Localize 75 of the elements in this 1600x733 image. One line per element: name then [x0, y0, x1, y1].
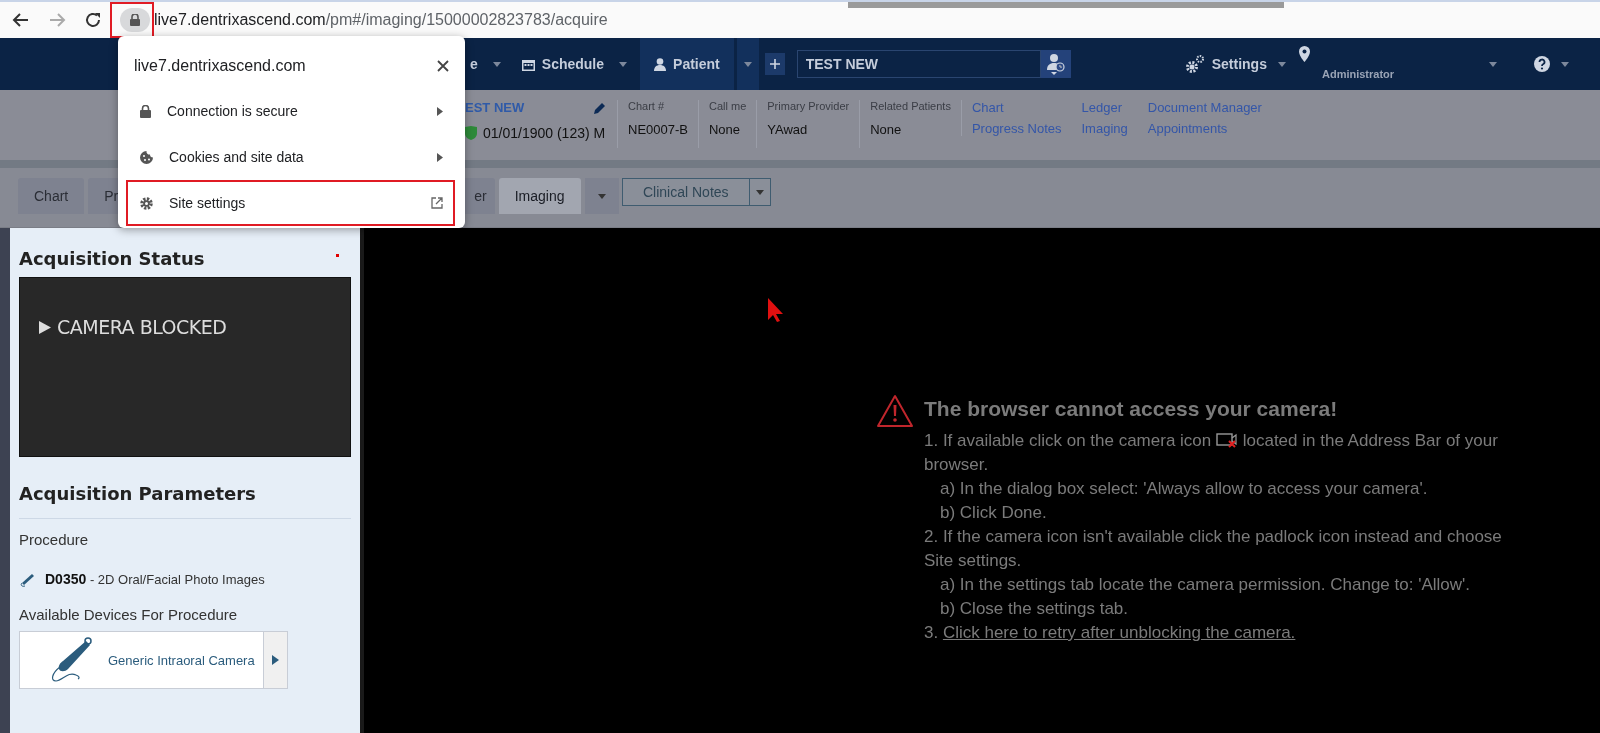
warning-icon [876, 394, 914, 428]
caret-icon[interactable] [618, 60, 629, 68]
help-icon[interactable] [1534, 56, 1551, 72]
caret-icon [754, 188, 765, 196]
caret-icon[interactable] [491, 60, 502, 68]
message-title: The browser cannot access your camera! [924, 397, 1339, 421]
address-bar-url[interactable]: live7.dentrixascend.com/pm#/imaging/15000002823783/acquire [154, 11, 608, 29]
instruction-text: 1. If available click on the camera icon located in the Address Bar of your browser. [924, 430, 1499, 476]
sidebar-handle[interactable] [0, 228, 10, 733]
nav-menu-item[interactable]: Schedule [513, 38, 613, 90]
clinical-notes-dropdown[interactable] [749, 178, 771, 206]
field-label: Procedure [19, 531, 90, 548]
cookie-icon [140, 150, 153, 164]
location-label[interactable]: Administrator [1321, 68, 1395, 80]
procedure-text: D0350 - 2D Oral/Facial Photo Images [45, 571, 265, 587]
lock-button[interactable] [120, 8, 150, 32]
field-value: None [709, 122, 742, 137]
camera-blocked-icon [1216, 432, 1238, 448]
external-link-icon [431, 197, 443, 209]
tab[interactable]: Imaging [498, 178, 581, 214]
patient-search-field[interactable]: TEST NEW [796, 50, 1041, 78]
section-title: Acquisition Parameters [19, 483, 257, 504]
arrow-right-icon [437, 106, 443, 116]
map-pin-icon[interactable] [1298, 46, 1310, 62]
field-label: Available Devices For Procedure [19, 606, 239, 623]
arrow-right-icon [437, 152, 443, 162]
device-menu-button[interactable] [264, 631, 288, 689]
field-value: NE0007-B [628, 122, 688, 137]
settings-menu[interactable]: Settings [1180, 38, 1271, 90]
reload-icon[interactable] [84, 11, 102, 29]
play-icon [39, 320, 51, 334]
arrow-right-icon [272, 655, 279, 665]
scrollbar[interactable] [848, 2, 1284, 8]
popup-menu-item[interactable]: Site settings [126, 180, 455, 226]
back-icon[interactable] [12, 11, 30, 29]
instruction-text: 2. If the camera icon isn't available click the padlock icon instead and choose Site settings. [924, 526, 1503, 572]
caret-icon[interactable] [742, 60, 753, 68]
person-clock-icon[interactable] [1045, 53, 1066, 75]
field-value: None [870, 122, 903, 137]
patient-birthdate: 01/01/1900 (123) M [483, 125, 606, 141]
caret-icon [596, 192, 607, 200]
tab[interactable]: Chart [18, 178, 85, 214]
close-icon[interactable] [437, 60, 449, 72]
gear-icon [140, 196, 153, 210]
step-number: 3. [924, 623, 940, 642]
lock-icon [130, 14, 140, 26]
pencil-icon[interactable] [593, 100, 607, 115]
plus-icon[interactable] [769, 59, 780, 69]
nav-menu-item[interactable]: Patient [640, 38, 734, 90]
caret-icon[interactable] [1560, 60, 1571, 68]
caret-icon[interactable] [1276, 60, 1287, 68]
lock-icon [140, 104, 151, 118]
calendar-icon [521, 57, 535, 71]
popup-menu-item[interactable]: Connection is secure [126, 88, 455, 134]
cursor-icon [768, 298, 784, 322]
field-label: Chart # [628, 100, 666, 112]
popup-menu-item[interactable]: Cookies and site data [126, 134, 455, 180]
instruction-text: b) Click Done. [939, 502, 1048, 524]
nav-menu-item[interactable]: e [462, 38, 486, 90]
person-icon [654, 57, 667, 71]
camera-status: CAMERA BLOCKED [57, 316, 227, 338]
section-title: Acquisition Status [19, 248, 205, 269]
instruction-text: a) In the dialog box select: 'Always allow to access your camera'. [939, 478, 1429, 500]
popup-title: live7.dentrixascend.com [134, 57, 306, 75]
instruction-text: a) In the settings tab locate the camera permission. Change to: 'Allow'. [939, 574, 1471, 596]
device-button[interactable]: Generic Intraoral Camera [19, 631, 264, 689]
field-label: Related Patients [870, 100, 951, 112]
field-label: Call me [709, 100, 747, 112]
field-label: Primary Provider [767, 100, 850, 112]
instruction-text: b) Close the settings tab. [939, 598, 1130, 620]
field-value: YAwad [767, 122, 809, 137]
caret-icon[interactable] [1488, 60, 1499, 68]
shield-icon [465, 126, 477, 140]
gears-icon [1184, 54, 1205, 74]
retry-link[interactable]: Click here to retry after unblocking the camera. [942, 623, 1296, 642]
